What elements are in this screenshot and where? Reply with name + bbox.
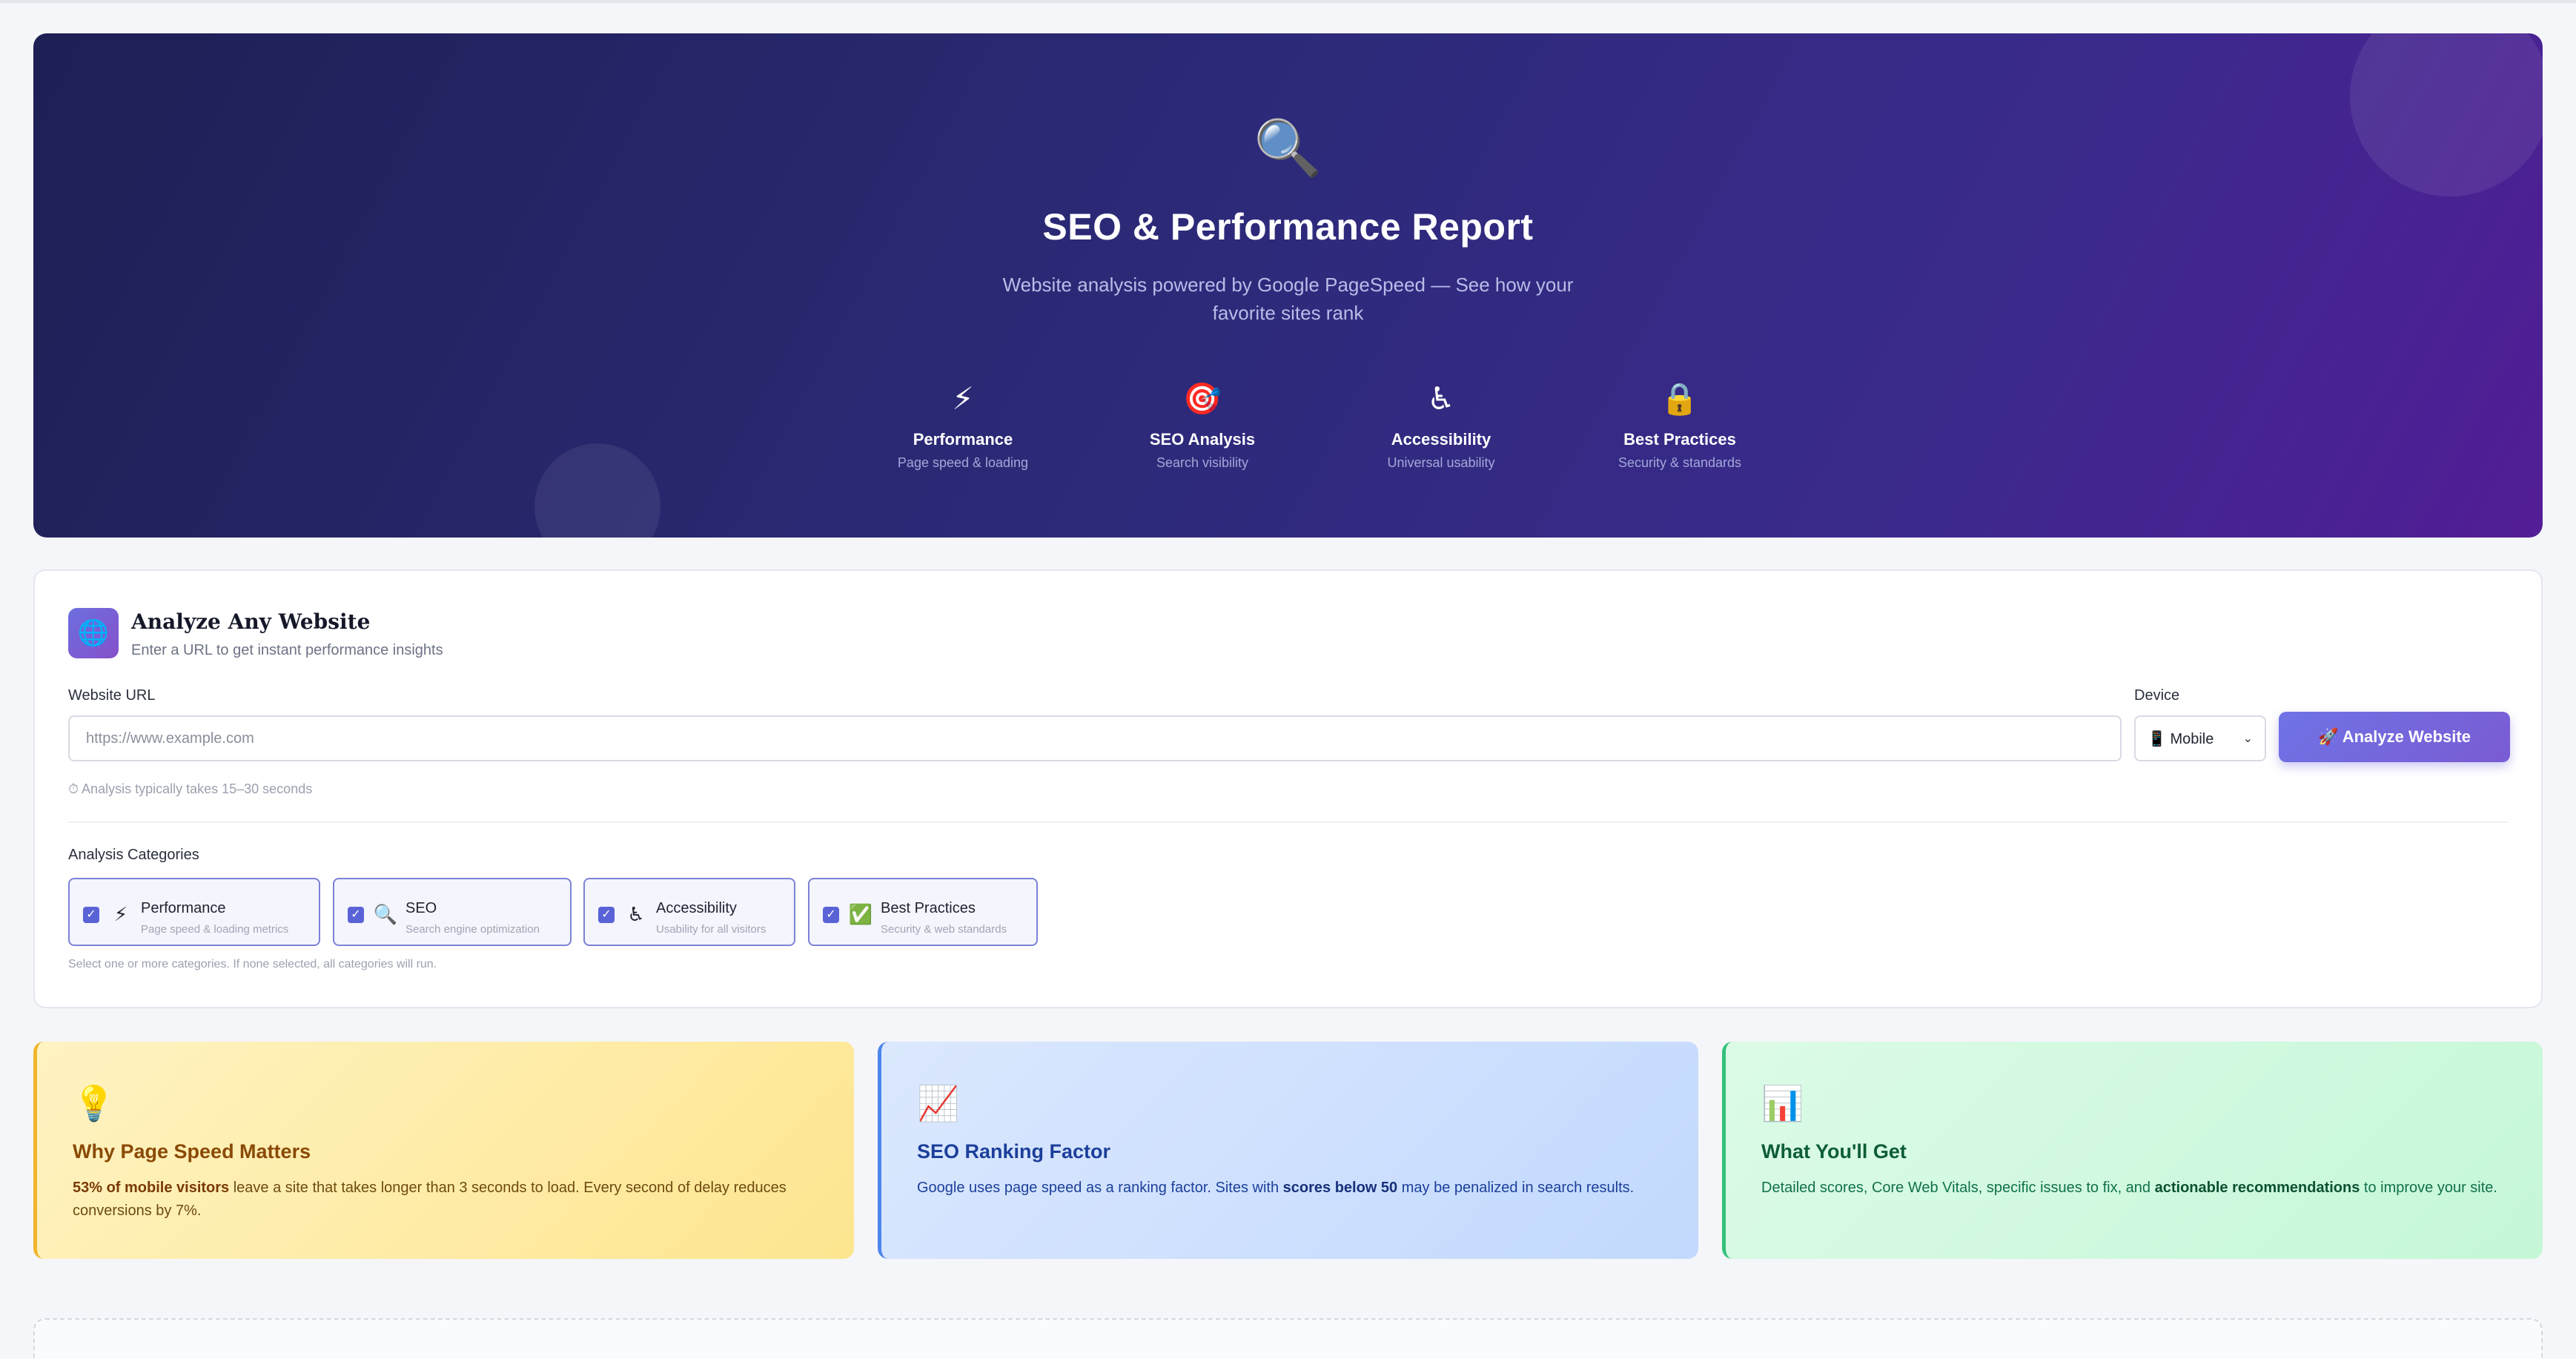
category-performance[interactable]: ✓ ⚡ Performance Page speed & loading met… — [68, 878, 320, 946]
top-border — [0, 0, 2576, 3]
url-label: Website URL — [68, 687, 156, 704]
feature-accessibility: ♿ Accessibility Universal usability — [1330, 378, 1552, 471]
info-card-text: 53% of mobile visitors leave a site that… — [73, 1180, 787, 1219]
category-desc: Usability for all visitors — [656, 923, 766, 936]
feature-title: Performance — [913, 430, 1013, 449]
divider — [68, 821, 2508, 823]
info-card-what-you-get: 📊 What You'll Get Detailed scores, Core … — [1722, 1042, 2543, 1259]
device-label: Device — [2134, 687, 2180, 704]
info-card-title: Why Page Speed Matters — [73, 1140, 311, 1163]
analyze-subtitle: Enter a URL to get instant performance i… — [131, 642, 443, 658]
magnifier-icon: 🔍 — [373, 903, 398, 925]
feature-title: Accessibility — [1391, 430, 1491, 449]
checkbox-checked[interactable]: ✓ — [823, 907, 839, 923]
bar-chart-icon: 📊 — [1761, 1084, 1804, 1122]
url-input[interactable] — [68, 715, 2122, 761]
hero-banner: 🔍 SEO & Performance Report Website analy… — [33, 33, 2543, 538]
feature-seo: 🎯 SEO Analysis Search visibility — [1091, 378, 1314, 471]
accessibility-icon: ♿ — [1427, 381, 1455, 416]
category-name: SEO — [405, 900, 437, 916]
page-subtitle: Website analysis powered by Google PageS… — [1002, 274, 1574, 324]
info-card-title: SEO Ranking Factor — [917, 1140, 1111, 1163]
device-value: 📱 Mobile — [2148, 730, 2214, 747]
category-name: Performance — [141, 900, 226, 916]
checkbox-checked[interactable]: ✓ — [598, 907, 615, 923]
info-card-text: Google uses page speed as a ranking fact… — [917, 1180, 1635, 1196]
feature-title: SEO Analysis — [1149, 430, 1256, 449]
info-card-title: What You'll Get — [1761, 1140, 1907, 1163]
trend-chart-icon: 📈 — [917, 1084, 960, 1122]
category-desc: Search engine optimization — [405, 923, 540, 936]
info-card-seo-ranking: 📈 SEO Ranking Factor Google uses page sp… — [878, 1042, 1698, 1259]
lock-icon: 🔒 — [1660, 381, 1700, 416]
globe-icon: 🌐 — [68, 608, 119, 658]
decorative-circle — [534, 443, 660, 538]
magnifier-icon: 🔍 — [1254, 117, 1322, 179]
checkbox-checked[interactable]: ✓ — [83, 907, 99, 923]
page-title: SEO & Performance Report — [1042, 206, 1534, 248]
feature-performance: ⚡ Performance Page speed & loading — [852, 378, 1074, 471]
category-accessibility[interactable]: ✓ ♿ Accessibility Usability for all visi… — [583, 878, 795, 946]
category-seo[interactable]: ✓ 🔍 SEO Search engine optimization — [333, 878, 572, 946]
category-desc: Page speed & loading metrics — [141, 923, 289, 936]
results-placeholder — [33, 1318, 2543, 1359]
analyze-website-button[interactable]: 🚀 Analyze Website — [2279, 712, 2510, 762]
lightbulb-icon: 💡 — [73, 1084, 116, 1122]
device-select[interactable]: 📱 Mobile ⌄ — [2134, 715, 2266, 761]
category-desc: Security & web standards — [881, 923, 1007, 936]
category-best-practices[interactable]: ✓ ✅ Best Practices Security & web standa… — [808, 878, 1038, 946]
info-card-page-speed: 💡 Why Page Speed Matters 53% of mobile v… — [33, 1042, 854, 1259]
analysis-time-hint: ⏱ Analysis typically takes 15–30 seconds — [68, 781, 313, 796]
accessibility-icon: ♿ — [627, 903, 645, 925]
category-name: Best Practices — [881, 900, 976, 916]
feature-best-practices: 🔒 Best Practices Security & standards — [1569, 378, 1791, 471]
check-mark-icon: ✅ — [848, 903, 873, 925]
target-icon: 🎯 — [1182, 381, 1222, 416]
chevron-down-icon: ⌄ — [2242, 733, 2253, 745]
lightning-icon: ⚡ — [113, 903, 128, 925]
feature-subtitle: Search visibility — [1156, 455, 1249, 470]
feature-subtitle: Page speed & loading — [897, 455, 1029, 470]
lightning-icon: ⚡ — [952, 381, 974, 416]
category-name: Accessibility — [656, 900, 737, 916]
analyze-title: Analyze Any Website — [131, 609, 371, 634]
analyze-card: 🌐 Analyze Any Website Enter a URL to get… — [33, 569, 2543, 1008]
categories-note: Select one or more categories. If none s… — [68, 958, 437, 971]
info-card-text: Detailed scores, Core Web Vitals, specif… — [1761, 1180, 2497, 1196]
feature-title: Best Practices — [1623, 430, 1736, 449]
categories-label: Analysis Categories — [68, 847, 199, 863]
feature-subtitle: Universal usability — [1387, 455, 1495, 470]
checkbox-checked[interactable]: ✓ — [348, 907, 364, 923]
feature-subtitle: Security & standards — [1618, 455, 1742, 470]
